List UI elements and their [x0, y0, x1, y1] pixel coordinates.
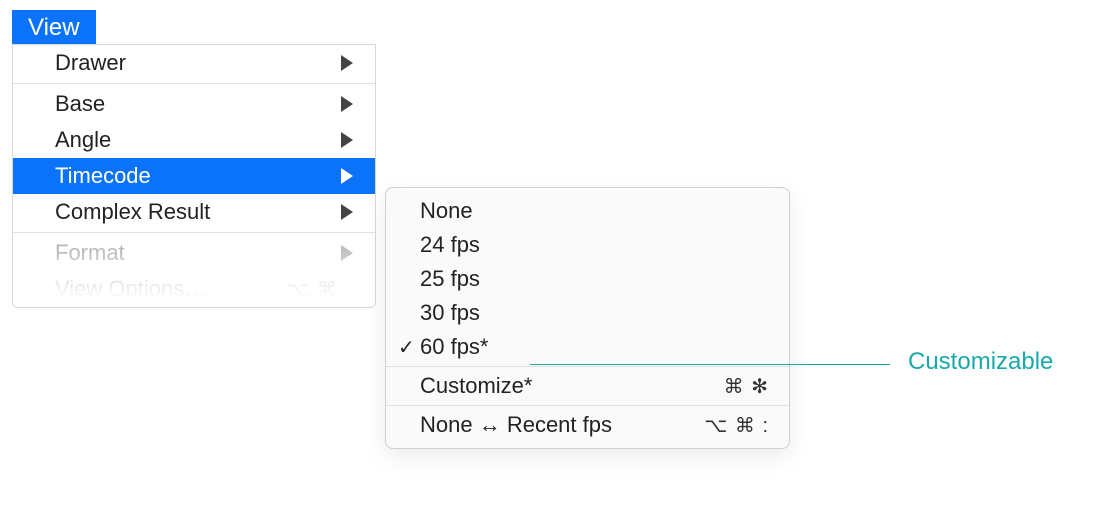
submenu-item-customize[interactable]: Customize* ⌘ ✻ — [386, 369, 789, 403]
menu-item-shortcut: ⌥ ⌘ , — [286, 277, 351, 302]
menu-item-base[interactable]: Base — [13, 86, 375, 122]
submenu-item-label: Customize* — [420, 373, 724, 399]
menu-item-timecode[interactable]: Timecode — [13, 158, 375, 194]
menu-item-complex-result[interactable]: Complex Result — [13, 194, 375, 230]
submenu-arrow-icon — [341, 204, 353, 220]
menu-item-angle[interactable]: Angle — [13, 122, 375, 158]
submenu-item-shortcut: ⌥ ⌘ : — [704, 413, 769, 438]
submenu-item-60fps[interactable]: ✓ 60 fps* — [386, 330, 789, 364]
menu-item-label: Drawer — [55, 50, 333, 76]
menubar-view-label: View — [28, 14, 80, 41]
submenu-item-label: None — [420, 198, 769, 224]
menu-item-label: Timecode — [55, 163, 333, 189]
menu-separator — [386, 405, 789, 406]
submenu-item-none-recent-toggle[interactable]: None ↔ Recent fps ⌥ ⌘ : — [386, 408, 789, 442]
annotation-customizable: Customizable — [908, 348, 1053, 376]
timecode-submenu: None 24 fps 25 fps 30 fps ✓ 60 fps* Cust… — [385, 187, 790, 449]
menu-item-label: Complex Result — [55, 199, 333, 225]
submenu-arrow-icon — [341, 96, 353, 112]
menu-item-label: Format — [55, 240, 333, 266]
submenu-item-label: 60 fps* — [420, 334, 769, 360]
menu-item-label: View Options… — [55, 276, 286, 302]
menu-item-label: Base — [55, 91, 333, 117]
check-icon: ✓ — [398, 335, 420, 360]
submenu-item-24fps[interactable]: 24 fps — [386, 228, 789, 262]
submenu-arrow-icon — [341, 245, 353, 261]
submenu-item-label: 30 fps — [420, 300, 769, 326]
submenu-arrow-icon — [341, 168, 353, 184]
menu-item-label: Angle — [55, 127, 333, 153]
submenu-item-label: 24 fps — [420, 232, 769, 258]
submenu-item-shortcut: ⌘ ✻ — [724, 374, 769, 399]
submenu-arrow-icon — [341, 55, 353, 71]
menu-item-view-options: View Options… ⌥ ⌘ , — [13, 271, 375, 307]
submenu-item-25fps[interactable]: 25 fps — [386, 262, 789, 296]
submenu-item-none[interactable]: None — [386, 194, 789, 228]
view-menu: Drawer Base Angle Timecode Complex Resul… — [12, 44, 376, 308]
submenu-item-label: 25 fps — [420, 266, 769, 292]
submenu-item-30fps[interactable]: 30 fps — [386, 296, 789, 330]
submenu-item-label: None ↔ Recent fps — [420, 412, 704, 438]
submenu-arrow-icon — [341, 132, 353, 148]
menu-separator — [386, 366, 789, 367]
annotation-line — [530, 364, 890, 365]
menubar-view[interactable]: View — [12, 10, 96, 47]
menu-item-format: Format — [13, 235, 375, 271]
menu-item-drawer[interactable]: Drawer — [13, 45, 375, 81]
menu-separator — [13, 83, 375, 84]
menu-separator — [13, 232, 375, 233]
